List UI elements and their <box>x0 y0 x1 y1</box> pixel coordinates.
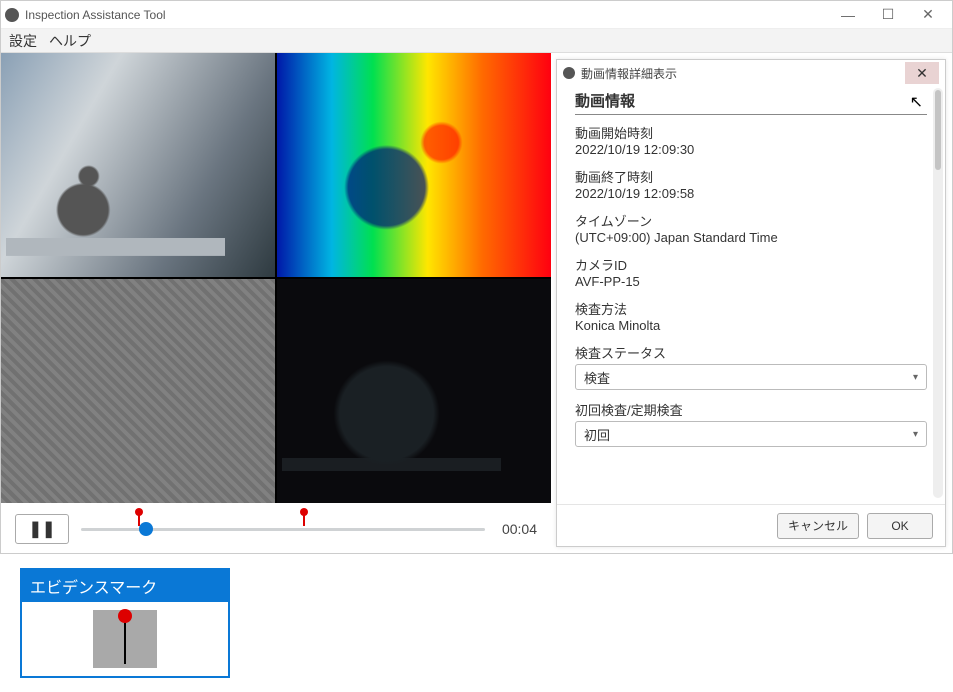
maximize-button[interactable]: ☐ <box>868 3 908 27</box>
close-icon: ✕ <box>916 65 928 82</box>
evidence-pin-icon <box>124 616 126 664</box>
menubar: 設定 ヘルプ <box>1 29 952 53</box>
label-method: 検査方法 <box>575 299 927 318</box>
value-camera-id: AVF-PP-15 <box>575 274 927 289</box>
value-end-time: 2022/10/19 12:09:58 <box>575 186 927 201</box>
seek-thumb[interactable] <box>139 522 153 536</box>
ok-button[interactable]: OK <box>867 513 933 539</box>
camera-feed-thermal[interactable] <box>277 53 551 277</box>
time-display: 00:04 <box>497 521 537 537</box>
main-window: Inspection Assistance Tool ― ☐ ✕ 設定 ヘルプ … <box>0 0 953 554</box>
titlebar: Inspection Assistance Tool ― ☐ ✕ <box>1 1 952 29</box>
label-status: 検査ステータス <box>575 343 927 362</box>
evidence-mark-legend: エビデンスマーク <box>20 568 230 678</box>
close-button[interactable]: ✕ <box>908 3 948 27</box>
dialog-icon <box>563 67 575 79</box>
dialog-titlebar: 動画情報詳細表示 ✕ <box>557 60 945 86</box>
dialog-close-button[interactable]: ✕ <box>905 62 939 84</box>
legend-swatch <box>93 610 157 668</box>
label-camera-id: カメラID <box>575 255 927 274</box>
camera-feed-processed-a[interactable] <box>1 279 275 503</box>
menu-help[interactable]: ヘルプ <box>49 31 91 51</box>
label-end-time: 動画終了時刻 <box>575 167 927 186</box>
chevron-down-icon: ▾ <box>913 372 918 383</box>
scrollbar-thumb[interactable] <box>935 90 941 170</box>
label-inspection-type: 初回検査/定期検査 <box>575 400 927 419</box>
dialog-scrollbar[interactable] <box>933 88 943 498</box>
seek-slider[interactable] <box>81 519 485 539</box>
camera-feed-processed-b[interactable] <box>277 279 551 503</box>
select-inspection-type[interactable]: 初回 ▾ <box>575 421 927 447</box>
cancel-button[interactable]: キャンセル <box>777 513 859 539</box>
video-area: ❚❚ 00:04 <box>1 53 551 553</box>
app-icon <box>5 8 19 22</box>
minimize-button[interactable]: ― <box>828 3 868 27</box>
select-status[interactable]: 検査 ▾ <box>575 364 927 390</box>
legend-title: エビデンスマーク <box>22 570 228 602</box>
dialog-title: 動画情報詳細表示 <box>581 65 905 82</box>
chevron-down-icon: ▾ <box>913 429 918 440</box>
value-timezone: (UTC+09:00) Japan Standard Time <box>575 230 927 245</box>
mouse-cursor-icon: ↖ <box>910 92 923 112</box>
evidence-marker[interactable] <box>303 512 305 526</box>
pause-button[interactable]: ❚❚ <box>15 514 69 544</box>
pause-icon: ❚❚ <box>29 519 56 539</box>
label-timezone: タイムゾーン <box>575 211 927 230</box>
value-start-time: 2022/10/19 12:09:30 <box>575 142 927 157</box>
player-controls: ❚❚ 00:04 <box>1 503 551 553</box>
label-start-time: 動画開始時刻 <box>575 123 927 142</box>
window-title: Inspection Assistance Tool <box>25 8 828 22</box>
value-method: Konica Minolta <box>575 318 927 333</box>
dialog-heading: 動画情報 <box>575 90 927 115</box>
video-info-dialog: 動画情報詳細表示 ✕ ↖ 動画情報 動画開始時刻 2022/10/19 12:0… <box>556 59 946 547</box>
select-status-value: 検査 <box>584 368 610 387</box>
select-type-value: 初回 <box>584 425 610 444</box>
menu-settings[interactable]: 設定 <box>9 31 37 51</box>
evidence-marker[interactable] <box>138 512 140 526</box>
camera-feed-visual[interactable] <box>1 53 275 277</box>
